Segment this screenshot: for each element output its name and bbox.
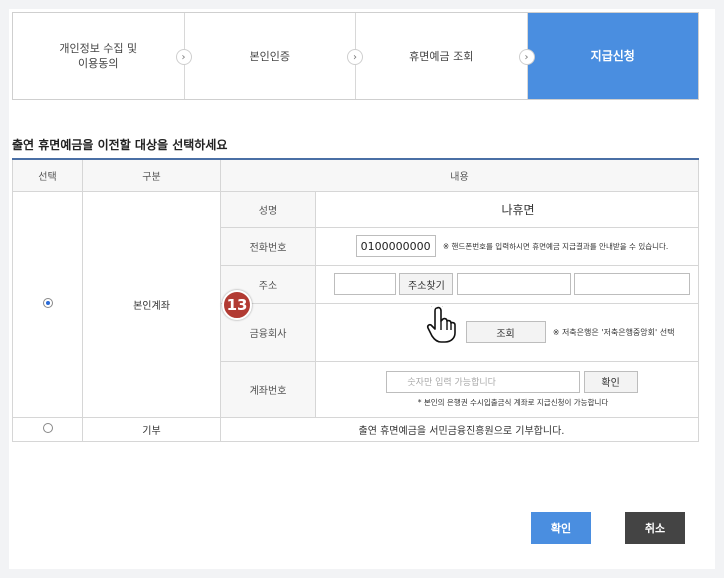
radio-own-account[interactable] bbox=[42, 297, 53, 308]
bank-lookup-button[interactable]: 조회 bbox=[465, 321, 546, 343]
step-indicator: 개인정보 수집 및 이용동의 › 본인인증 › 휴면예금 조회 › 지급신청 bbox=[12, 12, 699, 100]
step-label: 이용동의 bbox=[78, 57, 119, 70]
account-note: * 본인의 은행권 수시입출금식 계좌로 지급신청이 가능합니다 bbox=[417, 397, 609, 407]
zipcode-input[interactable] bbox=[334, 273, 397, 295]
cancel-button[interactable]: 취소 bbox=[625, 512, 685, 544]
hand-pointer-icon bbox=[426, 306, 456, 343]
phone-label: 전화번호 bbox=[220, 226, 316, 266]
category-own-account: 본인계좌 bbox=[82, 190, 221, 418]
step-dormant-deposit-lookup: 휴면예금 조회 › bbox=[356, 13, 535, 99]
select-cell bbox=[12, 416, 83, 442]
header-content: 내용 bbox=[220, 158, 699, 192]
radio-donation[interactable] bbox=[42, 422, 53, 433]
step-label: 본인인증 bbox=[249, 49, 290, 63]
section-title: 출연 휴면예금을 이전할 대상을 선택하세요 bbox=[12, 138, 228, 152]
find-address-button[interactable]: 주소찾기 bbox=[399, 273, 454, 295]
name-value: 나휴면 bbox=[315, 190, 699, 228]
account-label: 계좌번호 bbox=[220, 360, 316, 418]
select-cell bbox=[12, 190, 83, 418]
chevron-right-icon: › bbox=[347, 49, 363, 65]
chevron-right-icon: › bbox=[518, 49, 535, 65]
bank-note: ※ 저축은행은 '저축은행중앙회' 선택 bbox=[552, 327, 675, 337]
address-input[interactable] bbox=[456, 273, 571, 295]
header-category: 구분 bbox=[82, 158, 221, 192]
confirm-button[interactable]: 확인 bbox=[531, 512, 591, 544]
selection-table: 선택 구분 내용 본인계좌 성명 나휴면 전화번호 0100000000 ※ 핸… bbox=[12, 158, 699, 442]
donation-text: 출연 휴면예금을 서민금융진흥원으로 기부합니다. bbox=[220, 416, 699, 442]
header-select: 선택 bbox=[12, 158, 83, 192]
address-detail-input[interactable] bbox=[573, 273, 690, 295]
step-identity-verification: 본인인증 › bbox=[185, 13, 363, 99]
name-label: 성명 bbox=[220, 190, 316, 228]
step-number-badge: 13 bbox=[222, 290, 252, 320]
step-label: 지급신청 bbox=[590, 48, 635, 63]
step-label: 개인정보 수집 및 bbox=[59, 42, 138, 55]
phone-note: ※ 핸드폰번호를 입력하시면 휴면예금 지급결과를 안내받을 수 있습니다. bbox=[442, 241, 669, 251]
step-privacy-consent: 개인정보 수집 및 이용동의 › bbox=[13, 13, 192, 99]
account-confirm-button[interactable]: 확인 bbox=[583, 370, 638, 393]
chevron-right-icon: › bbox=[175, 49, 192, 65]
account-number-input[interactable]: 숫자만 입력 가능합니다 bbox=[386, 370, 581, 393]
category-donation: 기부 bbox=[82, 416, 221, 442]
step-payment-request: 지급신청 bbox=[527, 13, 698, 99]
phone-input[interactable]: 0100000000 bbox=[355, 235, 436, 257]
step-label: 휴면예금 조회 bbox=[409, 49, 474, 63]
